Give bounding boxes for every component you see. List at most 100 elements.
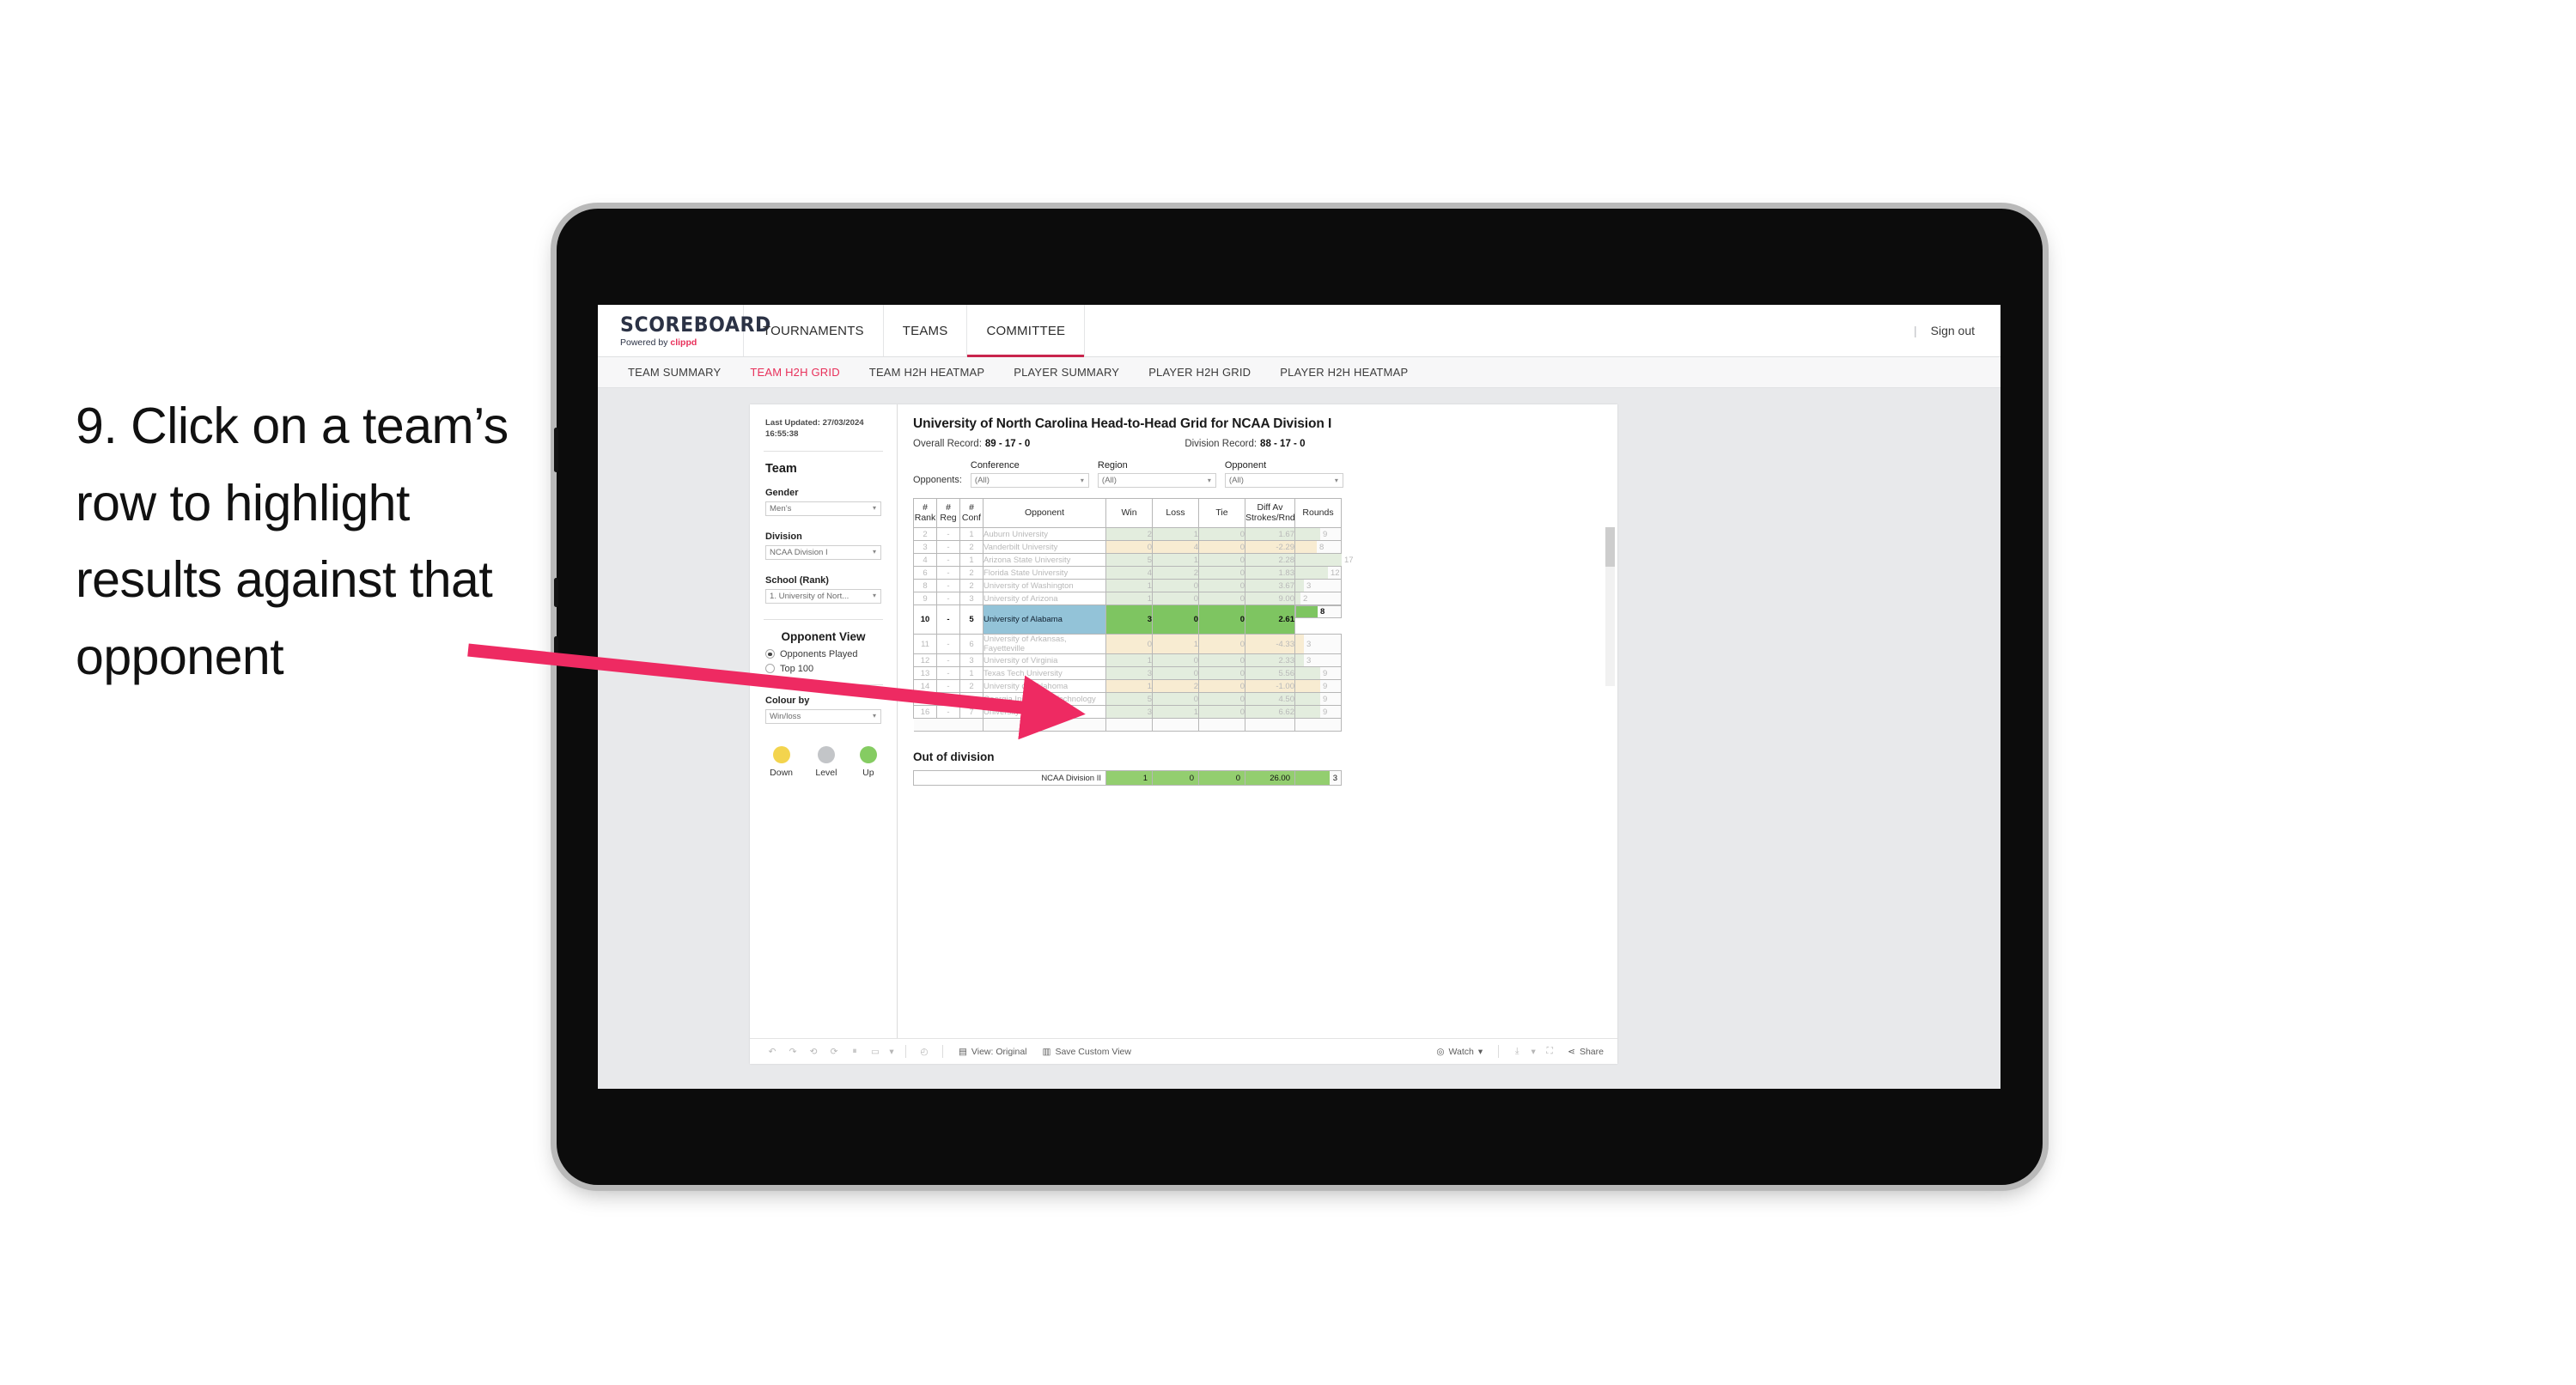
cell-rounds: 17 — [1294, 553, 1354, 567]
subnav-player-h2h-heatmap[interactable]: PLAYER H2H HEATMAP — [1265, 366, 1422, 379]
redo-icon[interactable]: ↷ — [783, 1042, 803, 1061]
cell-conf: 4 — [959, 692, 984, 706]
region-filter-value: (All) — [1101, 476, 1117, 485]
download-icon[interactable]: ⤓ — [1507, 1042, 1527, 1061]
school-rank-value: 1. University of Nort... — [770, 591, 850, 601]
page-title: University of North Carolina Head-to-Hea… — [913, 416, 1332, 431]
subnav-team-h2h-grid[interactable]: TEAM H2H GRID — [735, 366, 854, 379]
cell-rounds: 3 — [1294, 634, 1342, 654]
alert-clock-icon[interactable]: ◴ — [914, 1042, 935, 1061]
col-rank: # Rank — [913, 498, 937, 528]
share-button[interactable]: ⋖ Share — [1560, 1047, 1617, 1057]
out-of-division-row[interactable]: NCAA Division II 1 0 0 26.00 3 — [913, 770, 1342, 786]
scrollbar-thumb[interactable] — [1605, 527, 1615, 567]
region-filter-select[interactable]: (All) ▾ — [1097, 473, 1216, 488]
gender-select[interactable]: Men’s ▾ — [765, 501, 881, 516]
radio-top-100[interactable]: Top 100 — [765, 664, 881, 674]
cell-loss: 1 — [1152, 527, 1199, 541]
subnav-player-summary[interactable]: PLAYER SUMMARY — [999, 366, 1134, 379]
cell-loss: 0 — [1152, 592, 1199, 605]
chevron-down-icon: ▾ — [872, 504, 876, 513]
undo-icon[interactable]: ↶ — [762, 1042, 783, 1061]
table-row[interactable]: 2-1 Auburn University 2 1 0 1.67 9 — [913, 527, 1342, 541]
table-row[interactable]: 12-3 University of Virginia 1 0 0 2.33 3 — [913, 653, 1342, 667]
sign-out-link[interactable]: Sign out — [1931, 324, 1975, 337]
table-row[interactable]: 15-4 Georgia Institute of Technology 5 0 0 4.… — [913, 692, 1342, 706]
subnav-team-h2h-heatmap[interactable]: TEAM H2H HEATMAP — [855, 366, 999, 379]
table-row[interactable]: 10-5 University of Alabama 3 0 0 2.61 8 — [913, 604, 1342, 635]
division-label: Division — [765, 531, 802, 542]
data-source-icon[interactable]: ▭ — [865, 1042, 886, 1061]
cell-loss: 0 — [1152, 653, 1199, 667]
table-row[interactable]: 6-2 Florida State University 4 2 0 1.83 12 — [913, 566, 1342, 580]
view-original-button[interactable]: ▤ View: Original — [951, 1047, 1035, 1057]
cell-win: 3 — [1105, 666, 1153, 680]
rounds-bar — [1295, 693, 1320, 705]
cell-rounds: 9 — [1294, 692, 1342, 706]
radio-opponents-played[interactable]: Opponents Played — [765, 649, 881, 659]
overall-record-value: 89 - 17 - 0 — [984, 439, 1031, 449]
cell-reg: - — [936, 527, 960, 541]
cell-reg: - — [936, 705, 960, 719]
cell-diff: 1.67 — [1245, 527, 1295, 541]
table-row[interactable]: 14-2 University of Oklahoma 1 2 0 -1.00 9 — [913, 679, 1342, 693]
col-reg: # Reg — [936, 498, 960, 528]
table-row[interactable]: 8-2 University of Washington 1 0 0 3.67 3 — [913, 579, 1342, 592]
legend-dot-level — [817, 745, 835, 763]
refresh-icon[interactable]: ⟳ — [824, 1042, 844, 1061]
table-row[interactable]: 4-1 Arizona State University 5 1 0 2.28 17 — [913, 553, 1354, 567]
legend-label-up: Up — [862, 767, 874, 778]
col-win: Win — [1105, 498, 1153, 528]
cell-win: 4 — [1105, 566, 1153, 580]
nav-tournaments[interactable]: TOURNAMENTS — [744, 305, 884, 356]
opponent-filter-select[interactable]: (All) ▾ — [1224, 473, 1343, 488]
nav-teams[interactable]: TEAMS — [884, 305, 968, 356]
revert-icon[interactable]: ⟲ — [803, 1042, 824, 1061]
table-row[interactable]: 11-6 University of Arkansas, Fayetteville… — [913, 634, 1342, 654]
rounds-bar — [1295, 580, 1304, 592]
colour-by-select[interactable]: Win/loss ▾ — [765, 708, 881, 724]
chevron-down-icon[interactable]: ▾ — [1527, 1042, 1539, 1061]
cell-loss: 1 — [1152, 553, 1199, 567]
cell-rank: 9 — [913, 592, 937, 605]
watch-button[interactable]: ◎ Watch ▾ — [1428, 1047, 1490, 1057]
chevron-down-icon: ▾ — [872, 712, 876, 720]
out-of-division-table: NCAA Division II 1 0 0 26.00 3 — [913, 770, 1342, 786]
nav-committee[interactable]: COMMITTEE — [967, 305, 1086, 357]
subnav-player-h2h-grid[interactable]: PLAYER H2H GRID — [1134, 366, 1265, 379]
table-row[interactable]: 16-7 University of Florida 3 1 0 6.62 9 — [913, 705, 1342, 719]
cell-opponent: University of Washington — [983, 579, 1106, 592]
save-custom-view-button[interactable]: ▥ Save Custom View — [1035, 1047, 1139, 1057]
cell-rounds: 3 — [1294, 579, 1342, 592]
tablet-screen: SCOREBOARD Powered by clippd TOURNAMENTS… — [598, 305, 2001, 1089]
pause-updates-icon[interactable]: ⏸ — [844, 1042, 865, 1061]
table-row[interactable]: 13-1 Texas Tech University 3 0 0 5.56 9 — [913, 666, 1342, 680]
blank-cell — [959, 718, 984, 732]
rounds-bar — [1296, 606, 1318, 617]
rounds-bar — [1295, 667, 1320, 679]
chevron-down-icon: ▾ — [1334, 476, 1338, 484]
cell-win: 3 — [1105, 604, 1153, 635]
cell-diff: 9.00 — [1245, 592, 1295, 605]
chevron-down-icon[interactable]: ▾ — [886, 1042, 898, 1061]
cell-opponent: Auburn University — [983, 527, 1106, 541]
conference-filter-select[interactable]: (All) ▾ — [970, 473, 1089, 488]
cell-tie: 0 — [1198, 653, 1245, 667]
cell-conf: 7 — [959, 705, 984, 719]
primary-nav: TOURNAMENTS TEAMS COMMITTEE — [744, 305, 1086, 357]
cell-conf: 3 — [959, 592, 984, 605]
ood-rounds-value: 3 — [1332, 773, 1337, 783]
fullscreen-icon[interactable]: ⛶ — [1539, 1042, 1560, 1061]
toolbar-divider-3 — [1498, 1045, 1500, 1058]
cell-diff: 2.33 — [1245, 653, 1295, 667]
table-scrollbar[interactable] — [1605, 527, 1615, 686]
cell-diff: -1.00 — [1245, 679, 1295, 693]
subnav-team-summary[interactable]: TEAM SUMMARY — [613, 366, 735, 379]
filter-sidebar: Last Updated: 27/03/2024 16:55:38 Team G… — [750, 404, 898, 1038]
school-rank-select[interactable]: 1. University of Nort... ▾ — [765, 588, 881, 604]
cell-diff: 4.50 — [1245, 692, 1295, 706]
cell-loss: 2 — [1152, 679, 1199, 693]
table-row[interactable]: 9-3 University of Arizona 1 0 0 9.00 2 — [913, 592, 1342, 605]
division-select[interactable]: NCAA Division I ▾ — [765, 544, 881, 560]
table-row[interactable]: 3-2 Vanderbilt University 0 4 0 -2.29 8 — [913, 540, 1342, 554]
